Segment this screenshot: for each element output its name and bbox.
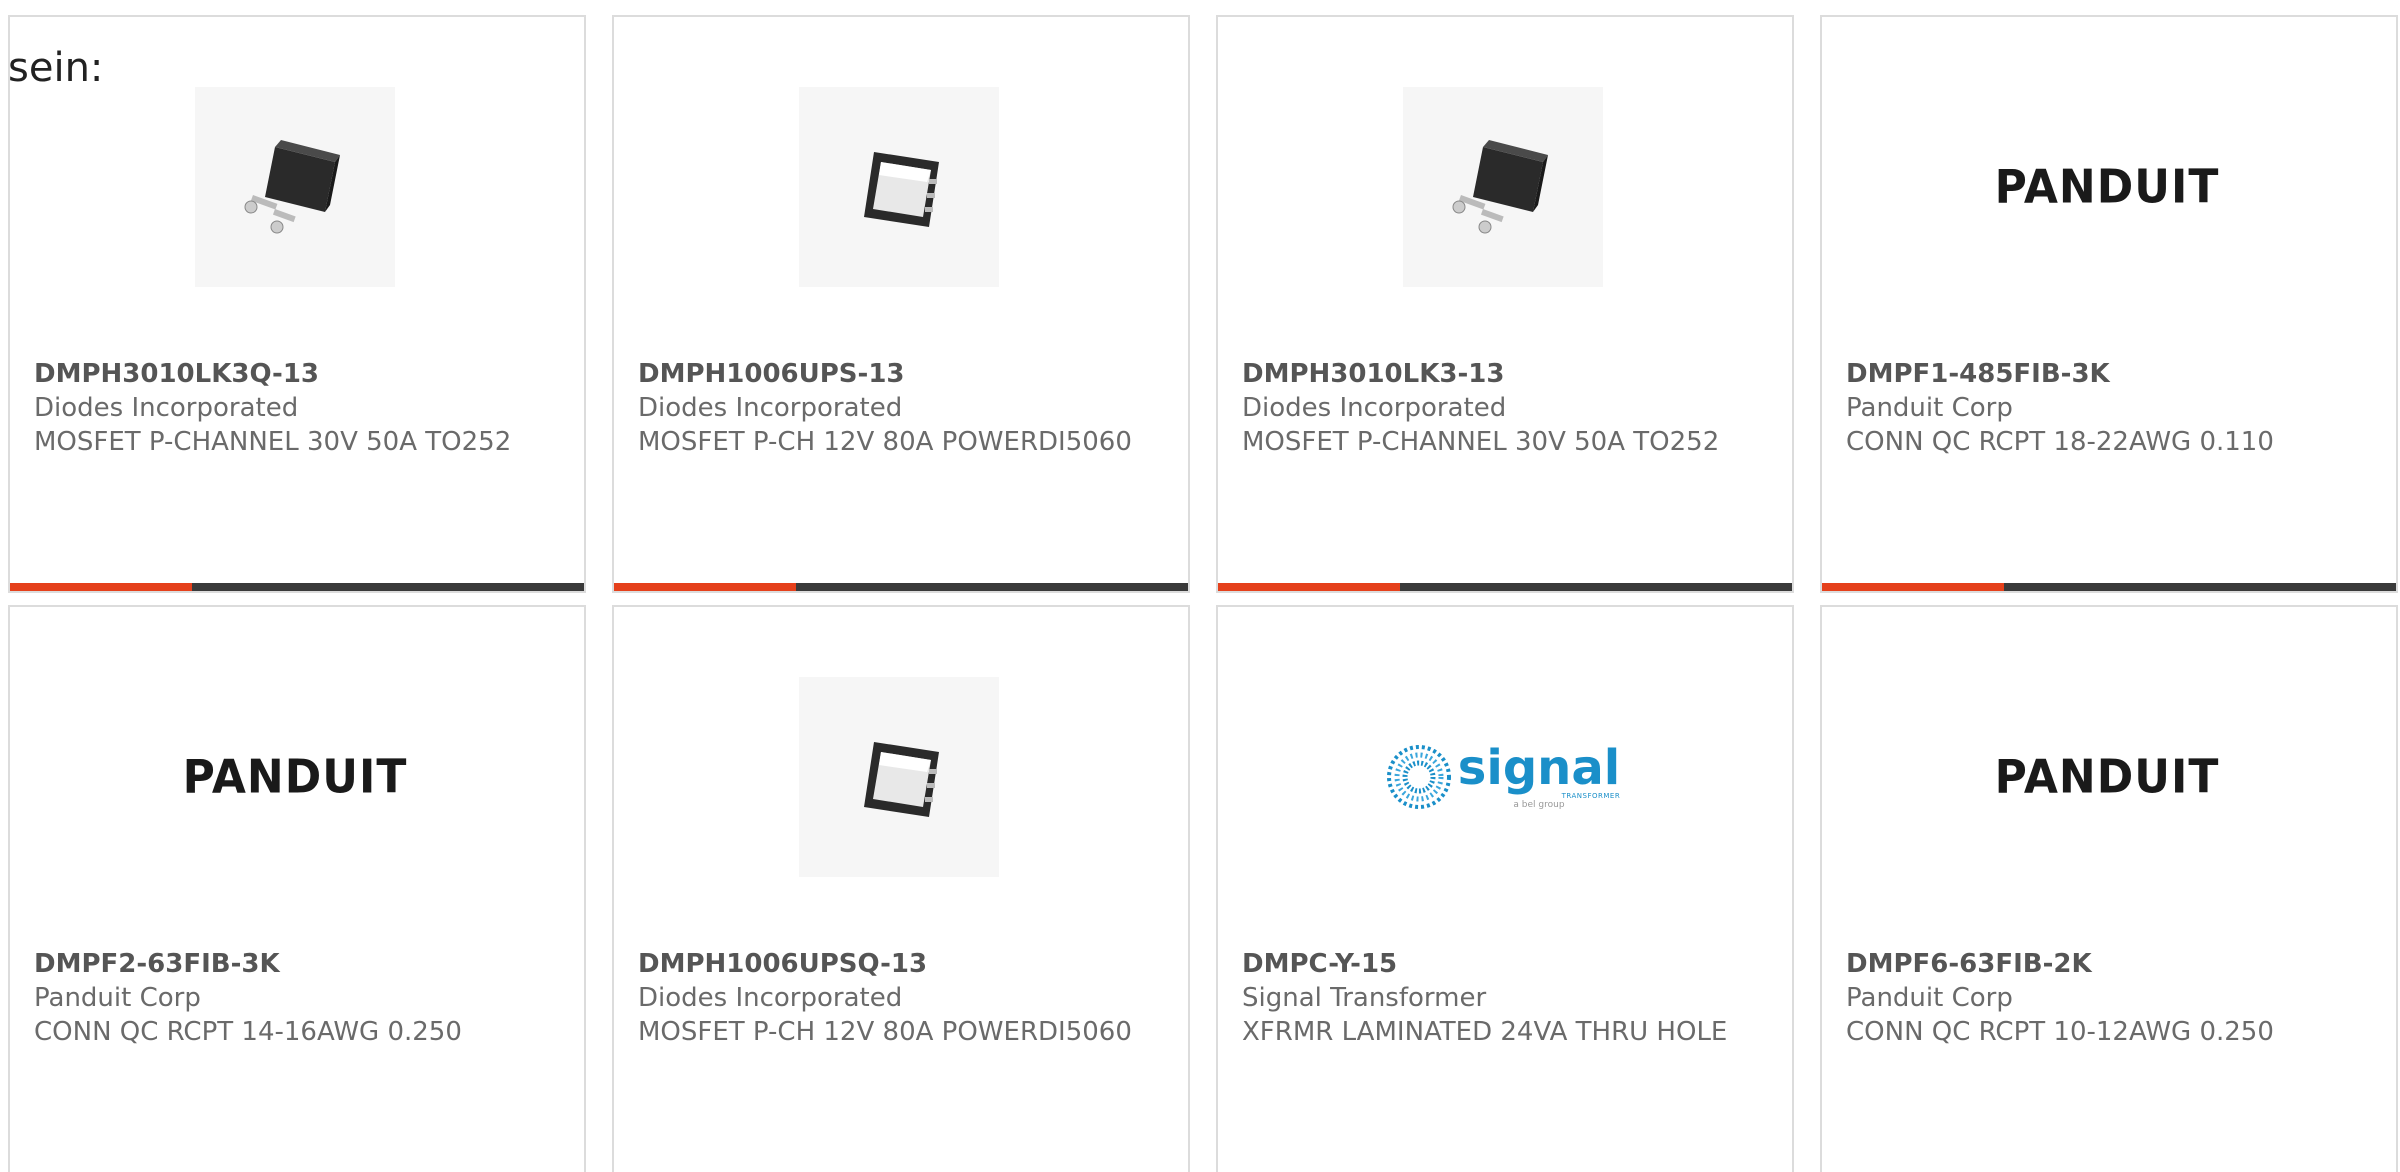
card-accent-bar — [1822, 583, 2004, 591]
manufacturer: Panduit Corp — [1846, 983, 2013, 1013]
intro-text: sein: — [8, 45, 104, 91]
card-accent-bar — [10, 583, 192, 591]
product-info: DMPF2-63FIB-3K Panduit Corp CONN QC RCPT… — [34, 947, 534, 1049]
product-info: DMPF6-63FIB-2K Panduit Corp CONN QC RCPT… — [1846, 947, 2346, 1049]
card-bottom-bar — [1218, 583, 1792, 591]
part-number[interactable]: DMPH1006UPS-13 — [638, 357, 1138, 391]
panduit-logo-text: PANDUIT — [182, 750, 408, 804]
product-card[interactable]: signal TRANSFORMER a bel group DMPC-Y-15… — [1216, 605, 1794, 1172]
card-bottom-bar — [10, 583, 584, 591]
product-info: DMPH1006UPS-13 Diodes Incorporated MOSFE… — [638, 357, 1138, 459]
manufacturer: Panduit Corp — [34, 983, 201, 1013]
description: MOSFET P-CH 12V 80A POWERDI5060 — [638, 427, 1132, 457]
panduit-logo: PANDUIT — [183, 677, 407, 877]
card-accent-bar — [614, 583, 796, 591]
product-card[interactable]: PANDUIT DMPF1-485FIB-3K Panduit Corp CON… — [1820, 15, 2398, 593]
manufacturer: Signal Transformer — [1242, 983, 1487, 1013]
description: CONN QC RCPT 18-22AWG 0.110 — [1846, 427, 2274, 457]
product-info: DMPH3010LK3-13 Diodes Incorporated MOSFE… — [1242, 357, 1742, 459]
panduit-logo: PANDUIT — [1995, 677, 2219, 877]
part-number[interactable]: DMPF1-485FIB-3K — [1846, 357, 2346, 391]
description: MOSFET P-CHANNEL 30V 50A TO252 — [1242, 427, 1720, 457]
description: XFRMR LAMINATED 24VA THRU HOLE — [1242, 1017, 1728, 1047]
product-info: DMPC-Y-15 Signal Transformer XFRMR LAMIN… — [1242, 947, 1742, 1049]
panduit-logo-text: PANDUIT — [1994, 750, 2220, 804]
product-card[interactable]: PANDUIT DMPF2-63FIB-3K Panduit Corp CONN… — [8, 605, 586, 1172]
to252-package-image — [1403, 87, 1603, 287]
part-number[interactable]: DMPH3010LK3Q-13 — [34, 357, 534, 391]
signal-transformer-logo: signal TRANSFORMER a bel group — [1386, 677, 1620, 877]
part-number[interactable]: DMPH1006UPSQ-13 — [638, 947, 1138, 981]
manufacturer: Panduit Corp — [1846, 393, 2013, 423]
product-card[interactable]: DMPH1006UPSQ-13 Diodes Incorporated MOSF… — [612, 605, 1190, 1172]
card-bottom-bar — [614, 583, 1188, 591]
manufacturer: Diodes Incorporated — [34, 393, 299, 423]
manufacturer: Diodes Incorporated — [1242, 393, 1507, 423]
powerdi5060-package-image — [799, 87, 999, 287]
card-bottom-bar — [1822, 583, 2396, 591]
product-info: DMPH3010LK3Q-13 Diodes Incorporated MOSF… — [34, 357, 534, 459]
product-card[interactable]: PANDUIT DMPF6-63FIB-2K Panduit Corp CONN… — [1820, 605, 2398, 1172]
part-number[interactable]: DMPC-Y-15 — [1242, 947, 1742, 981]
part-number[interactable]: DMPF6-63FIB-2K — [1846, 947, 2346, 981]
powerdi5060-package-image — [799, 677, 999, 877]
product-info: DMPH1006UPSQ-13 Diodes Incorporated MOSF… — [638, 947, 1138, 1049]
card-accent-bar — [1218, 583, 1400, 591]
product-card[interactable]: DMPH1006UPS-13 Diodes Incorporated MOSFE… — [612, 15, 1190, 593]
manufacturer: Diodes Incorporated — [638, 393, 903, 423]
product-card[interactable]: DMPH3010LK3Q-13 Diodes Incorporated MOSF… — [8, 15, 586, 593]
part-number[interactable]: DMPH3010LK3-13 — [1242, 357, 1742, 391]
panduit-logo: PANDUIT — [1995, 87, 2219, 287]
description: CONN QC RCPT 14-16AWG 0.250 — [34, 1017, 462, 1047]
product-grid: DMPH3010LK3Q-13 Diodes Incorporated MOSF… — [8, 15, 2398, 1172]
signal-burst-icon — [1386, 745, 1451, 809]
description: CONN QC RCPT 10-12AWG 0.250 — [1846, 1017, 2274, 1047]
signal-logo-tag: a bel group — [1513, 800, 1565, 810]
to252-package-image — [195, 87, 395, 287]
description: MOSFET P-CHANNEL 30V 50A TO252 — [34, 427, 512, 457]
product-card[interactable]: DMPH3010LK3-13 Diodes Incorporated MOSFE… — [1216, 15, 1794, 593]
manufacturer: Diodes Incorporated — [638, 983, 903, 1013]
signal-logo: signal TRANSFORMER a bel group — [1386, 744, 1620, 810]
part-number[interactable]: DMPF2-63FIB-3K — [34, 947, 534, 981]
signal-logo-text: signal — [1457, 740, 1621, 796]
panduit-logo-text: PANDUIT — [1994, 160, 2220, 214]
product-info: DMPF1-485FIB-3K Panduit Corp CONN QC RCP… — [1846, 357, 2346, 459]
description: MOSFET P-CH 12V 80A POWERDI5060 — [638, 1017, 1132, 1047]
product-grid-page: sein: DMPH3010LK3Q-13 Diodes Incorporate… — [0, 0, 2400, 1172]
